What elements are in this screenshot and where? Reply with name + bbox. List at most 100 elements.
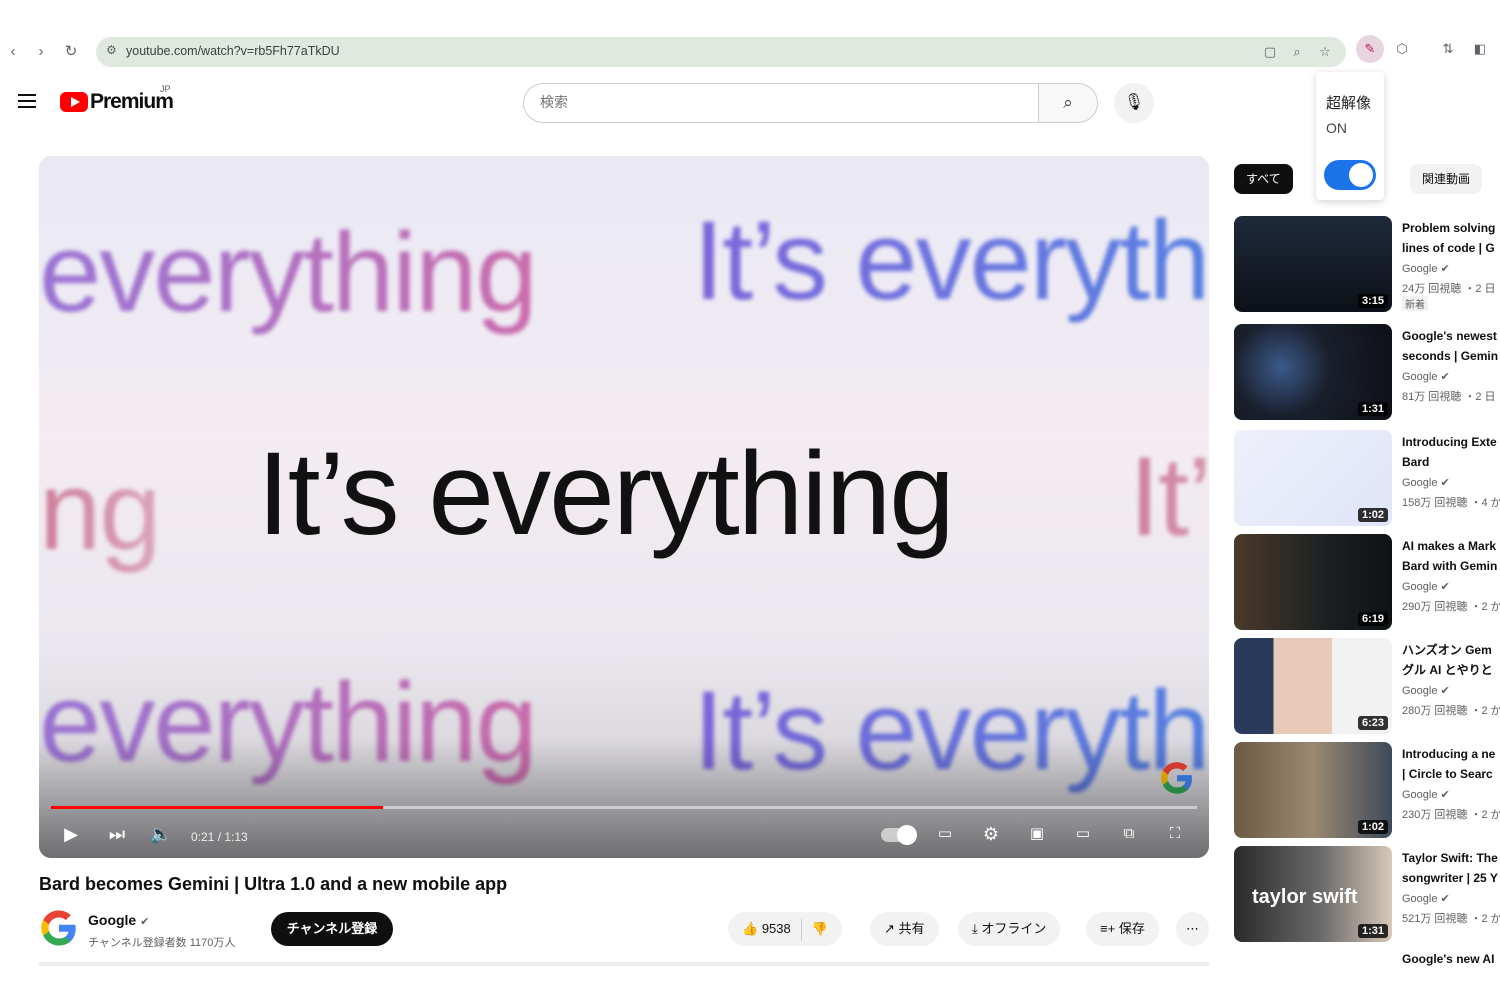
fullscreen-icon[interactable]: ⛶ <box>1161 822 1189 846</box>
download-icon: ⤓ <box>972 921 978 936</box>
recommendation-title[interactable]: Introducing a ne <box>1402 744 1500 764</box>
thumbs-up-icon: 👍 <box>742 921 759 936</box>
recommendation-thumbnail[interactable]: 3:15 <box>1234 216 1392 312</box>
play-icon[interactable]: ▶ <box>59 822 83 846</box>
search-button[interactable]: ⌕ <box>1038 83 1098 123</box>
super-resolution-popup: 超解像 ON <box>1316 72 1384 200</box>
recommendation-channel[interactable]: Google ✔ <box>1402 370 1450 383</box>
settings-gear-icon[interactable]: ⚙ <box>977 822 1005 846</box>
forward-button[interactable]: › <box>30 41 52 63</box>
recommendation-title[interactable]: Introducing Exte <box>1402 432 1500 452</box>
tab-search-icon[interactable]: ⇅ <box>1434 35 1462 63</box>
playlist-add-icon: ≡+ <box>1100 921 1116 936</box>
video-duration: 1:31 <box>1357 402 1388 416</box>
recommendation-card[interactable]: 1:02 Introducing Exte Bard Google ✔ 158万 回視聴… <box>1234 430 1500 526</box>
address-bar[interactable]: ⚙ youtube.com/watch?v=rb5Fh77aTkDU ▢ ⌕ ☆ <box>96 37 1346 67</box>
volume-icon[interactable]: 🔈 <box>149 822 173 846</box>
progress-bar[interactable] <box>51 806 1197 809</box>
recommendation-thumbnail[interactable]: 1:02 <box>1234 430 1392 526</box>
recommendation-thumbnail[interactable]: 6:19 <box>1234 534 1392 630</box>
more-actions-button[interactable]: ⋯ <box>1176 912 1209 946</box>
recommendation-title[interactable]: Google's newest <box>1402 326 1500 346</box>
recommendation-title[interactable]: Taylor Swift: The <box>1402 848 1500 868</box>
hamburger-menu-icon[interactable] <box>16 90 38 112</box>
share-button[interactable]: ↗ 共有 <box>870 912 939 946</box>
search-icon: ⌕ <box>1063 93 1073 112</box>
recommendation-channel[interactable]: Google ✔ <box>1402 476 1450 489</box>
cast-icon[interactable]: ▢ <box>1261 43 1279 61</box>
recommendation-thumbnail[interactable]: 6:23 <box>1234 638 1392 734</box>
recommendation-thumbnail[interactable]: taylor swift 1:31 <box>1234 846 1392 942</box>
video-title: Bard becomes Gemini | Ultra 1.0 and a ne… <box>39 874 508 894</box>
recommendation-channel-name: Google <box>1402 789 1438 801</box>
recommendation-card[interactable]: 1:31 Google's newest seconds | Gemin Google… <box>1234 324 1500 420</box>
video-duration: 1:02 <box>1357 820 1388 834</box>
video-duration: 1:02 <box>1357 508 1388 522</box>
chip-related[interactable]: 関連動画 <box>1410 164 1483 194</box>
bookmark-star-icon[interactable]: ☆ <box>1316 43 1334 61</box>
subtitles-icon[interactable]: ▭ <box>931 822 959 846</box>
dislike-button[interactable]: 👎 <box>812 921 828 936</box>
chip-all[interactable]: すべて <box>1234 164 1293 194</box>
recommendation-channel[interactable]: Google ✔ <box>1402 892 1450 905</box>
save-to-playlist-button[interactable]: ≡+ 保存 <box>1086 912 1159 946</box>
recommendation-title-line2[interactable]: lines of code | G <box>1402 238 1500 258</box>
recommendation-card[interactable]: 6:23 ハンズオン Gem グル AI とやりと Google ✔ 280万 回視聴 … <box>1234 638 1500 734</box>
recommendation-channel[interactable]: Google ✔ <box>1402 580 1450 593</box>
recommendation-card[interactable]: 1:02 Introducing a ne | Circle to Searc Goo… <box>1234 742 1500 838</box>
cast-to-tv-icon[interactable]: ⧉ <box>1115 822 1143 846</box>
zoom-icon[interactable]: ⌕ <box>1288 43 1306 61</box>
theater-mode-icon[interactable]: ▭ <box>1069 822 1097 846</box>
voice-search-button[interactable]: 🎙 <box>1114 83 1154 123</box>
recommendation-thumbnail[interactable]: 1:31 <box>1234 324 1392 420</box>
site-settings-icon[interactable]: ⚙ <box>106 43 117 57</box>
recommendation-title[interactable]: ハンズオン Gem <box>1402 640 1500 660</box>
channel-avatar-google-icon[interactable] <box>39 908 79 948</box>
verified-badge-icon: ✔ <box>1440 371 1450 383</box>
recommendation-card[interactable]: 6:19 AI makes a Mark Bard with Gemin Google… <box>1234 534 1500 630</box>
recommendation-card[interactable]: 3:15 Problem solving lines of code | G Goog… <box>1234 216 1500 312</box>
search-box[interactable] <box>523 83 1041 123</box>
recommendation-channel[interactable]: Google ✔ <box>1402 262 1450 275</box>
back-button[interactable]: ‹ <box>2 41 24 63</box>
download-offline-button[interactable]: ⤓ オフライン <box>958 912 1061 946</box>
side-panel-icon[interactable]: ◧ <box>1466 35 1494 63</box>
recommendation-title[interactable]: AI makes a Mark <box>1402 536 1500 556</box>
recommendation-title-line2[interactable]: グル AI とやりと <box>1402 660 1500 680</box>
reload-button[interactable]: ↻ <box>60 41 82 63</box>
recommendation-title-line2[interactable]: seconds | Gemin <box>1402 346 1500 366</box>
recommendation-channel[interactable]: Google ✔ <box>1402 684 1450 697</box>
recommendation-title-line2[interactable]: Bard <box>1402 452 1500 472</box>
logo-country-badge: JP <box>160 84 171 94</box>
verified-badge-icon: ✔ <box>1440 581 1450 593</box>
channel-name[interactable]: Google ✔ <box>88 912 149 928</box>
extensions-puzzle-icon[interactable]: ⬡ <box>1388 35 1416 63</box>
frame-text-top-right: It’s everythi <box>693 196 1209 325</box>
miniplayer-icon[interactable]: ▣ <box>1023 822 1051 846</box>
verified-badge-icon: ✔ <box>1440 263 1450 275</box>
subscribe-button[interactable]: チャンネル登録 <box>271 912 393 946</box>
recommendation-card[interactable]: taylor swift 1:31 Taylor Swift: The songwri… <box>1234 846 1500 942</box>
next-video-icon[interactable]: ⏭ <box>105 822 129 846</box>
recommendation-title-line2[interactable]: Bard with Gemin <box>1402 556 1500 576</box>
verified-badge-icon: ✔ <box>140 916 150 928</box>
recommendation-title-line2[interactable]: songwriter | 25 Y <box>1402 868 1500 888</box>
recommendation-title-partial[interactable]: Google's new AI <box>1402 952 1494 966</box>
super-resolution-toggle[interactable] <box>1324 160 1376 190</box>
recommendation-thumbnail[interactable]: 1:02 <box>1234 742 1392 838</box>
youtube-play-logo-icon <box>60 92 88 112</box>
recommendation-title[interactable]: Problem solving <box>1402 218 1500 238</box>
frame-text-center: It’s everything <box>257 428 955 560</box>
autoplay-toggle[interactable] <box>881 825 917 845</box>
search-input[interactable] <box>540 94 1020 110</box>
time-display: 0:21 / 1:13 <box>191 830 248 844</box>
super-resolution-extension-icon[interactable]: ✎ <box>1356 35 1384 63</box>
recommendation-channel[interactable]: Google ✔ <box>1402 788 1450 801</box>
recommendation-title-line2[interactable]: | Circle to Searc <box>1402 764 1500 784</box>
address-url[interactable]: youtube.com/watch?v=rb5Fh77aTkDU <box>126 44 340 58</box>
like-button[interactable]: 👍 9538 <box>742 921 791 936</box>
thumbnail-text: taylor swift <box>1252 886 1358 908</box>
verified-badge-icon: ✔ <box>1440 893 1450 905</box>
youtube-premium-logo[interactable]: Premium JP <box>60 84 174 114</box>
video-player[interactable]: everything It’s everythi ng It’s everyth… <box>39 156 1209 858</box>
